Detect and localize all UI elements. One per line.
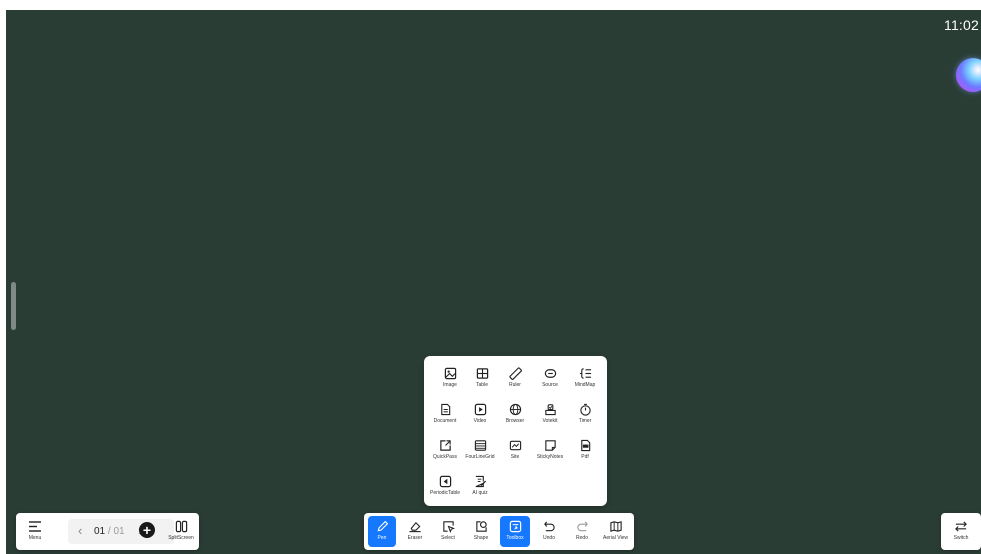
toolbox-item-ruler[interactable]: Ruler xyxy=(497,365,533,395)
ruler-icon xyxy=(508,367,522,380)
switch-button[interactable]: Switch xyxy=(944,516,978,547)
image-icon xyxy=(444,367,456,380)
pen-label: Pen xyxy=(377,535,387,541)
document-icon xyxy=(440,403,450,416)
toolbox-item-label: Table xyxy=(476,382,488,388)
table-icon xyxy=(476,368,488,379)
aerial-view-icon xyxy=(609,521,622,532)
undo-icon xyxy=(543,521,555,532)
ai-quiz-icon xyxy=(475,475,486,488)
toolbox-item-stickynotes[interactable]: StickyNotes xyxy=(532,437,568,467)
toolbox-item-label: Image xyxy=(443,382,457,388)
main-toolbar: Pen Eraser Select Shape Toolbox Undo Red… xyxy=(364,513,634,550)
page-current: 01 xyxy=(94,526,106,537)
browser-icon xyxy=(509,403,521,416)
toolbox-item-periodictable[interactable]: PeriodicTable xyxy=(427,473,463,503)
video-icon xyxy=(474,403,486,416)
switch-bar: Switch xyxy=(941,513,981,550)
previous-page-button[interactable]: ‹ xyxy=(78,523,82,538)
toolbox-item-label: Document xyxy=(433,418,457,424)
toolbox-item-votekit[interactable]: Votekit xyxy=(532,401,568,431)
toolbox-item-label: Site xyxy=(510,454,520,460)
eraser-button[interactable]: Eraser xyxy=(401,516,429,547)
redo-icon xyxy=(576,521,588,532)
eraser-label: Eraser xyxy=(407,535,423,541)
toolbox-item-source[interactable]: Source xyxy=(532,365,568,395)
toolbox-item-label: FourLineGrid xyxy=(465,454,495,460)
menu-icon xyxy=(29,521,41,532)
split-screen-icon xyxy=(175,520,187,533)
toolbox-item-table[interactable]: Table xyxy=(464,365,500,395)
source-icon xyxy=(544,369,556,378)
page-total: 01 xyxy=(113,526,125,537)
mindmap-icon xyxy=(579,368,591,379)
toolbox-item-label: PeriodicTable xyxy=(429,490,461,496)
toolbox-item-image[interactable]: Image xyxy=(432,365,468,395)
eraser-icon xyxy=(409,521,421,533)
toolbox-item-fourlinegrid[interactable]: FourLineGrid xyxy=(462,437,498,467)
toolbox-item-label: AI quiz xyxy=(472,490,488,496)
toolbox-item-site[interactable]: Site xyxy=(497,437,533,467)
add-page-button[interactable]: + xyxy=(139,522,155,538)
four-line-grid-icon xyxy=(474,440,486,451)
toolbox-item-label: Votekit xyxy=(542,418,558,424)
switch-label: Switch xyxy=(953,535,969,541)
toolbox-button[interactable]: Toolbox xyxy=(500,516,530,547)
page-indicator: ‹ 01 / 01 › xyxy=(68,519,174,544)
toolbox-item-label: Ruler xyxy=(509,382,521,388)
periodic-table-icon xyxy=(439,475,451,488)
shape-icon xyxy=(475,521,487,532)
quickpass-icon xyxy=(439,440,451,451)
undo-button[interactable]: Undo xyxy=(535,516,563,547)
toolbox-panel: Image Table Ruler Source MindMap Documen… xyxy=(424,356,607,506)
split-screen-button[interactable]: SplitScreen xyxy=(164,516,198,547)
toolbox-item-label: Browser xyxy=(505,418,525,424)
toolbox-label: Toolbox xyxy=(506,535,524,541)
menu-button[interactable]: Menu xyxy=(20,516,50,547)
toolbox-item-label: Source xyxy=(542,382,558,388)
redo-button[interactable]: Redo xyxy=(568,516,596,547)
pen-icon xyxy=(377,520,388,532)
toolbox-item-ai-quiz[interactable]: AI quiz xyxy=(462,473,498,503)
toolbox-icon xyxy=(509,520,521,533)
toolbox-item-browser[interactable]: Browser xyxy=(497,401,533,431)
select-icon xyxy=(442,521,455,533)
aerial-view-button[interactable]: Aerial View xyxy=(599,516,632,547)
redo-label: Redo xyxy=(576,535,588,541)
menu-label: Menu xyxy=(28,535,42,541)
toolbox-item-pdf[interactable]: Pdf xyxy=(567,437,603,467)
toolbox-item-label: MindMap xyxy=(574,382,596,388)
page-navigation-bar: Menu ‹ 01 / 01 › + SplitScreen xyxy=(16,513,199,550)
votekit-icon xyxy=(544,404,556,416)
toolbox-item-label: Timer xyxy=(578,418,592,424)
toolbox-item-label: Pdf xyxy=(581,454,589,460)
undo-label: Undo xyxy=(543,535,555,541)
toolbox-item-document[interactable]: Document xyxy=(427,401,463,431)
toolbox-item-mindmap[interactable]: MindMap xyxy=(567,365,603,395)
timer-icon xyxy=(579,403,591,416)
site-icon xyxy=(509,440,521,451)
toolbox-item-timer[interactable]: Timer xyxy=(567,401,603,431)
toolbox-item-label: Video xyxy=(473,418,487,424)
toolbox-item-label: QuickPass xyxy=(433,454,457,460)
toolbox-item-quickpass[interactable]: QuickPass xyxy=(427,437,463,467)
shape-label: Shape xyxy=(473,535,489,541)
clock: 11:02 xyxy=(944,17,979,33)
split-screen-label: SplitScreen xyxy=(168,535,194,541)
toolbox-item-label: StickyNotes xyxy=(536,454,564,460)
aerial-view-label: Aerial View xyxy=(603,535,628,541)
shape-button[interactable]: Shape xyxy=(467,516,495,547)
pen-button[interactable]: Pen xyxy=(368,516,396,547)
sticky-notes-icon xyxy=(544,440,556,451)
select-button[interactable]: Select xyxy=(434,516,462,547)
pdf-icon xyxy=(580,439,590,452)
select-label: Select xyxy=(441,535,455,541)
page-number: 01 / 01 xyxy=(94,526,125,537)
toolbox-item-video[interactable]: Video xyxy=(462,401,498,431)
switch-icon xyxy=(955,521,967,532)
side-panel-handle[interactable] xyxy=(11,282,16,330)
